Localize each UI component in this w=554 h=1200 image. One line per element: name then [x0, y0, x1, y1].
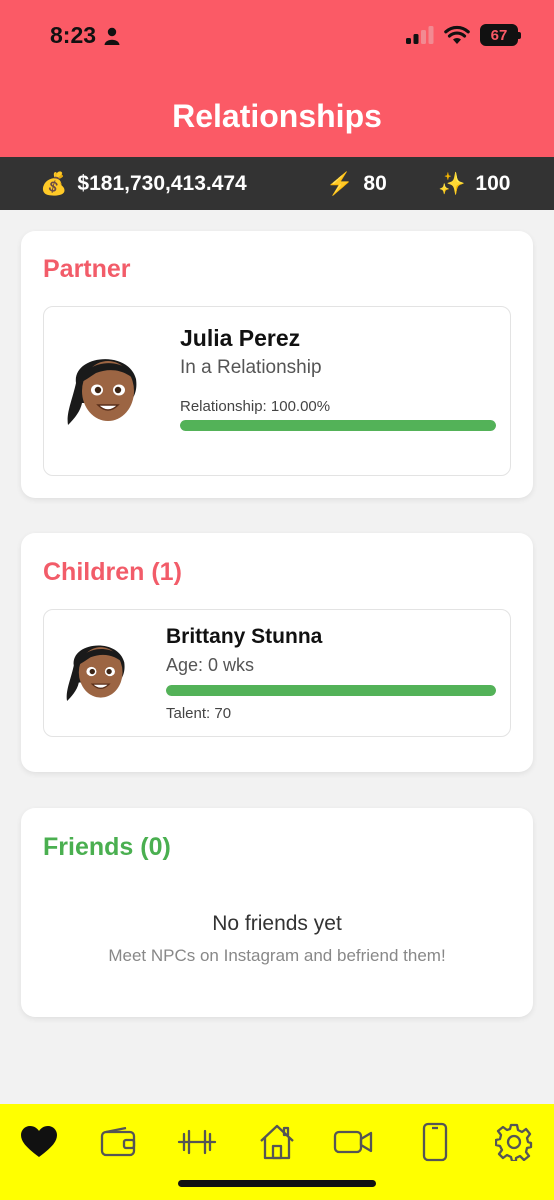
- children-section-title: Children (1): [43, 558, 182, 586]
- home-indicator[interactable]: [178, 1180, 376, 1187]
- status-time: 8:23: [50, 22, 120, 49]
- status-indicators: 67: [406, 24, 521, 46]
- money-value: $181,730,413.474: [77, 172, 247, 195]
- sparkle-stat: ✨ 100: [438, 171, 510, 197]
- page-title: Relationships: [172, 98, 382, 134]
- phone-icon: [422, 1122, 448, 1162]
- energy-value: 80: [363, 172, 387, 195]
- child-item[interactable]: Brittany Stunna Age: 0 wks Talent: 70: [43, 609, 511, 737]
- tab-home[interactable]: [255, 1120, 299, 1164]
- battery-icon: 67: [480, 24, 521, 46]
- relationship-progress: [180, 420, 496, 431]
- video-icon: [333, 1130, 373, 1154]
- energy-stat: ⚡ 80: [326, 171, 387, 197]
- sparkles-icon: ✨: [438, 171, 466, 196]
- children-card: Children (1) Brittany Stunna Age: 0 wks …: [21, 533, 533, 772]
- child-avatar: [66, 645, 125, 701]
- stats-bar: 💰 $181,730,413.474 ⚡ 80 ✨ 100: [0, 157, 554, 210]
- money-bag-icon: 💰: [40, 171, 68, 196]
- relationship-progress-fill: [180, 420, 496, 431]
- tab-phone[interactable]: [413, 1120, 457, 1164]
- status-time-text: 8:23: [50, 22, 97, 48]
- relationship-label: Relationship: 100.00%: [180, 398, 331, 415]
- partner-status: In a Relationship: [180, 357, 322, 378]
- money-stat: 💰 $181,730,413.474: [40, 171, 247, 197]
- child-name: Brittany Stunna: [166, 625, 323, 648]
- partner-avatar: [67, 359, 137, 425]
- child-progress: [166, 685, 496, 696]
- child-progress-fill: [166, 685, 496, 696]
- partner-section-title: Partner: [43, 255, 131, 283]
- wallet-icon: [100, 1127, 136, 1157]
- child-age: Age: 0 wks: [166, 655, 255, 675]
- heart-icon: [21, 1126, 57, 1157]
- friends-empty-title: No friends yet: [212, 912, 342, 935]
- friends-empty-subtitle: Meet NPCs on Instagram and befriend them…: [108, 946, 446, 965]
- home-icon: [260, 1124, 294, 1160]
- dumbbell-icon: [177, 1129, 217, 1155]
- partner-item[interactable]: Julia Perez In a Relationship Relationsh…: [43, 306, 511, 476]
- partner-name: Julia Perez: [180, 325, 301, 351]
- tab-settings[interactable]: [492, 1120, 536, 1164]
- tab-gym[interactable]: [175, 1120, 219, 1164]
- friends-card: Friends (0) No friends yet Meet NPCs on …: [21, 808, 533, 1017]
- tab-relationships[interactable]: [17, 1120, 61, 1164]
- sparkle-value: 100: [475, 172, 511, 195]
- partner-card: Partner Julia Perez In a Relationship Re…: [21, 231, 533, 498]
- tab-wallet[interactable]: [96, 1120, 140, 1164]
- person-icon: [104, 27, 120, 45]
- tab-video[interactable]: [331, 1120, 375, 1164]
- friends-section-title: Friends (0): [43, 833, 171, 861]
- app-header: 8:23 67 Relationships: [0, 0, 554, 157]
- battery-level: 67: [490, 26, 508, 44]
- signal-icon: [406, 26, 434, 44]
- settings-icon: [495, 1123, 533, 1161]
- lightning-icon: ⚡: [326, 171, 354, 196]
- wifi-icon: [444, 25, 470, 44]
- child-talent: Talent: 70: [166, 705, 232, 722]
